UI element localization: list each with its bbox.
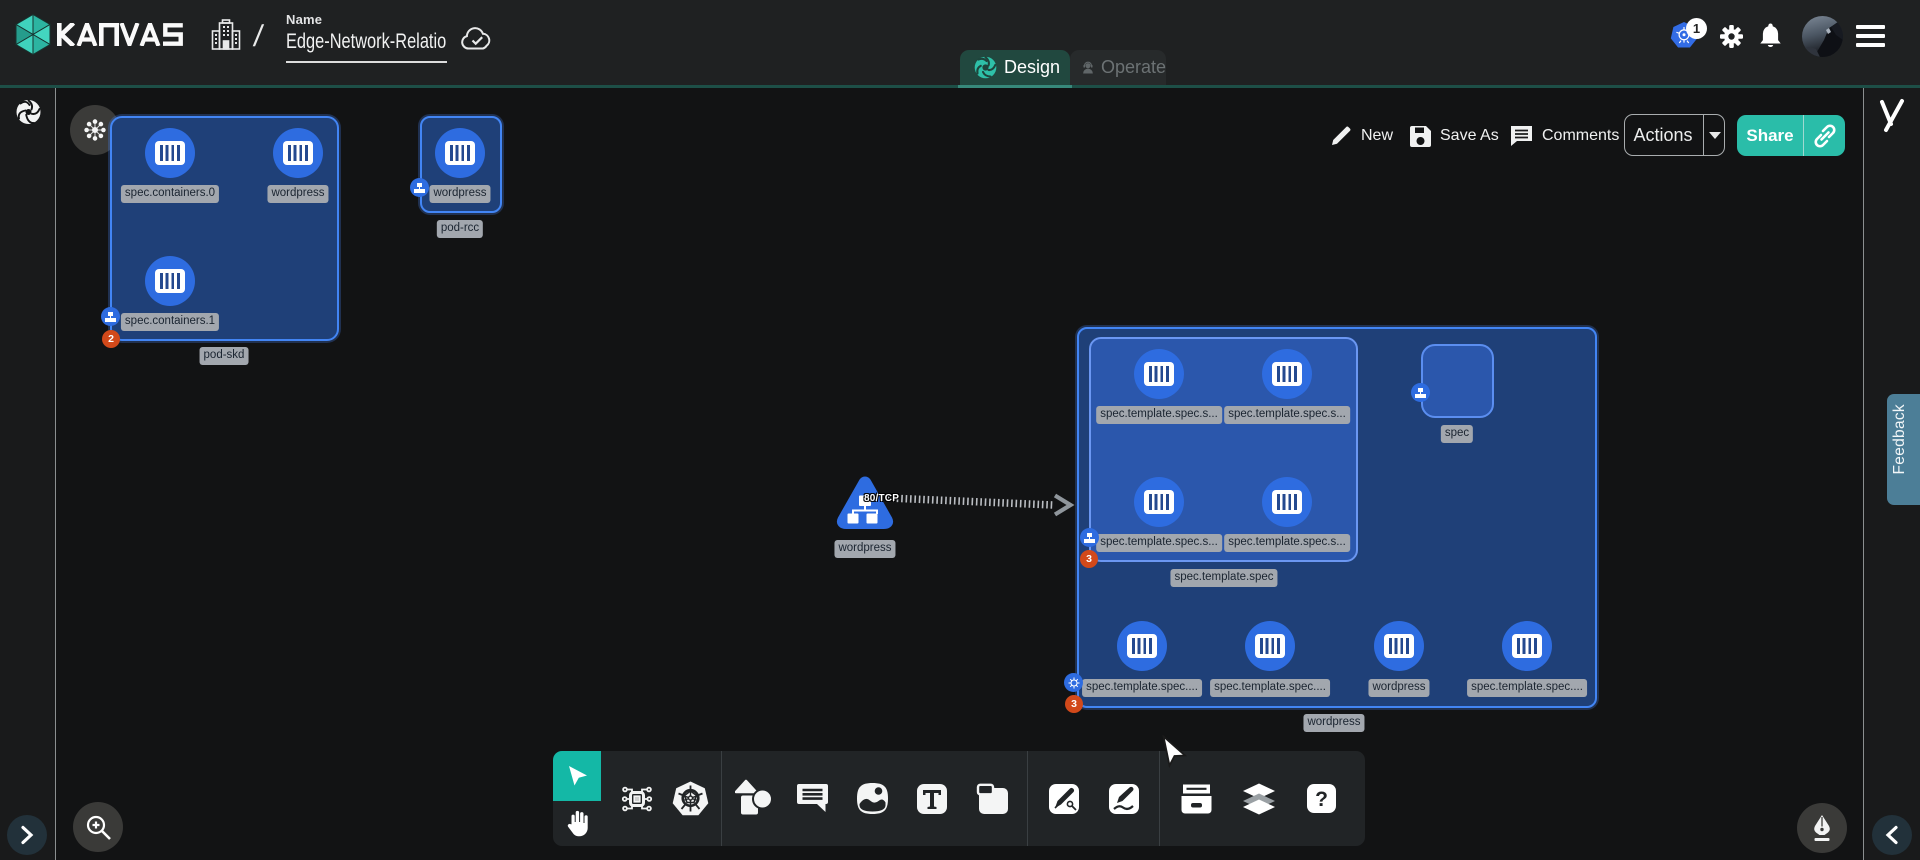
svg-text:?: ? xyxy=(1315,788,1328,811)
